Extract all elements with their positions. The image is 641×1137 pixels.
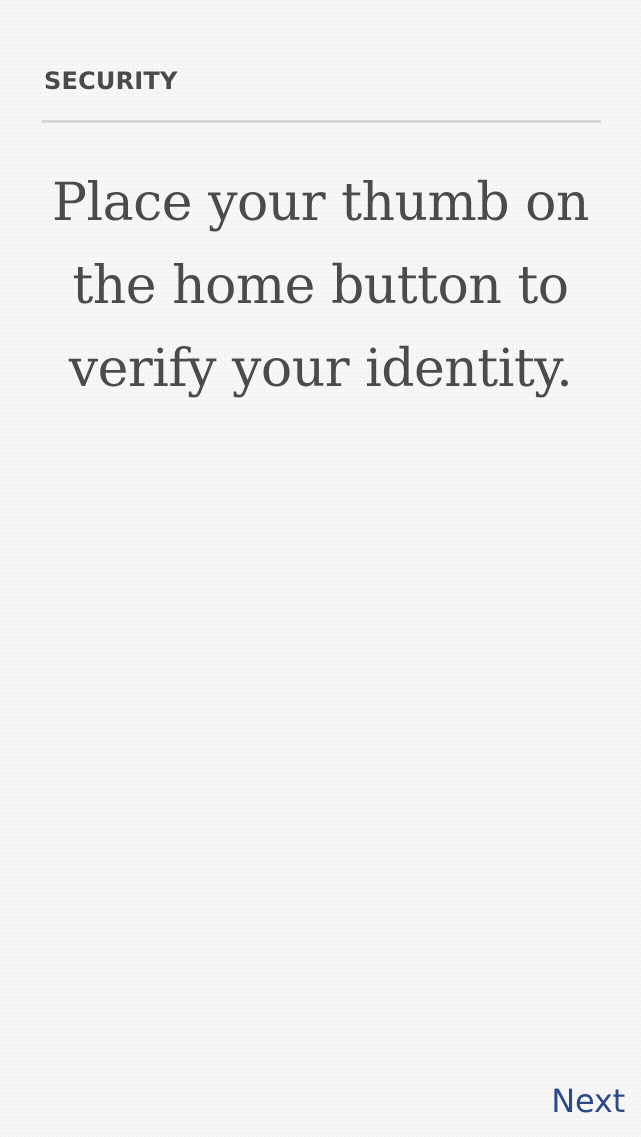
- page-title: SECURITY: [44, 67, 178, 95]
- next-button[interactable]: Next: [551, 1081, 625, 1121]
- instruction-text: Place your thumb on the home button to v…: [52, 173, 589, 399]
- header-divider: [42, 120, 601, 123]
- security-screen: SECURITY Place your thumb on the home bu…: [0, 0, 641, 1137]
